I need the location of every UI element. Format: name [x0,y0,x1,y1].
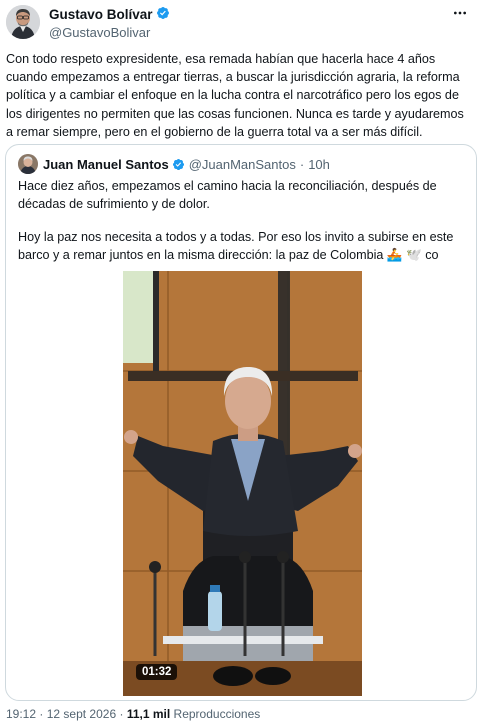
tweet-time[interactable]: 19:12 [6,707,36,721]
quoted-tweet-text: Hace diez años, empezamos el camino haci… [18,177,466,278]
quoted-verified-icon [172,158,185,171]
quoted-author-handle: @JuanManSantos [188,156,296,172]
author-handle[interactable]: @GustavoBolivar [49,25,150,40]
author-name[interactable]: Gustavo Bolívar [49,6,170,23]
verified-icon [156,6,170,23]
more-options-button[interactable] [448,5,472,25]
tweet-header: Gustavo Bolívar @GustavoBolivar [6,5,476,41]
quoted-author-name: Juan Manuel Santos [43,156,169,172]
dot-separator: · [119,707,127,721]
avatar[interactable] [6,5,40,39]
views-label: Reproducciones [173,707,261,721]
quoted-tweet-header: Juan Manuel Santos @JuanManSantos · 10h [18,154,330,174]
views-count: 11,1 mil [126,707,171,721]
more-horizontal-icon [452,5,468,26]
dot-separator: · [39,707,47,721]
video-thumbnail [123,271,362,696]
tweet-meta: 19:12 · 12 sept 2026 · 11,1 mil Reproduc… [6,707,260,721]
quoted-paragraph-1: Hace diez años, empezamos el camino haci… [18,179,437,212]
tweet-date[interactable]: 12 sept 2026 [47,707,116,721]
quoted-tweet[interactable]: Juan Manuel Santos @JuanManSantos · 10h … [5,144,477,701]
quoted-time-ago: 10h [308,156,330,172]
video-duration: 01:32 [136,664,178,680]
author-name-text[interactable]: Gustavo Bolívar [49,7,153,22]
tweet-text: Con todo respeto expresidente, esa remad… [6,52,464,139]
dot-separator: · [299,156,305,172]
quoted-paragraph-2: Hoy la paz nos necesita a todos y a toda… [18,229,454,262]
quoted-avatar [18,154,38,174]
video-player[interactable]: 01:32 [123,271,362,696]
